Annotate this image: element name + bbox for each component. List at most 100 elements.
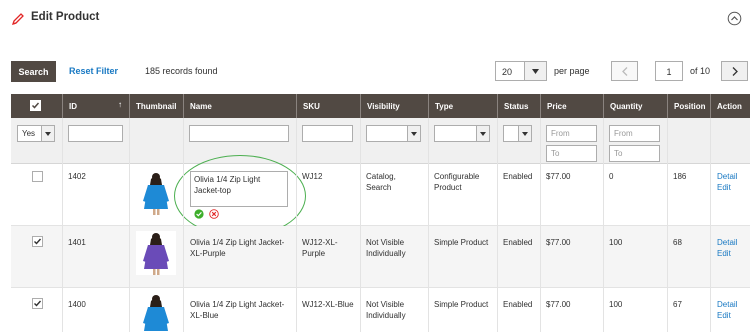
table-row[interactable]: 1400 Olivia 1/4 Zip Light Jacket-XL-Blue…	[11, 288, 750, 332]
highlight-circle	[174, 155, 306, 237]
chevron-down-icon	[518, 126, 531, 141]
checkmark-icon	[34, 300, 42, 307]
select-all-header[interactable]	[11, 94, 62, 118]
per-page-select[interactable]: 20	[495, 61, 524, 81]
price-to-input[interactable]: To	[546, 145, 597, 162]
id-filter-input[interactable]	[68, 125, 123, 142]
cell-id: 1401	[68, 238, 86, 247]
column-divider	[603, 118, 604, 332]
cell-quantity: 100	[609, 238, 623, 247]
column-divider	[710, 118, 711, 332]
cell-name[interactable]: Olivia 1/4 Zip Light Jacket-XL-Blue	[190, 299, 290, 321]
checkmark-icon	[34, 238, 42, 245]
cell-quantity: 0	[609, 172, 614, 181]
chevron-down-icon	[532, 68, 539, 74]
column-divider	[62, 118, 63, 332]
cell-status: Enabled	[503, 300, 533, 309]
cell-quantity: 100	[609, 300, 623, 309]
select-filter[interactable]: Yes	[17, 125, 55, 142]
cell-name[interactable]: Olivia 1/4 Zip Light Jacket-XL-Purple	[190, 237, 290, 259]
cell-visibility: Not Visible Individually	[366, 238, 406, 258]
cell-id: 1400	[68, 300, 86, 309]
cell-position: 186	[673, 172, 687, 181]
column-divider	[296, 118, 297, 332]
table-row[interactable]: 1402 Olivia 1/4 Zip Light Jacket-top WJ1…	[11, 155, 750, 237]
col-header-price[interactable]: Price	[540, 94, 603, 118]
next-page-button[interactable]	[721, 61, 748, 81]
column-divider	[183, 118, 184, 332]
cell-status: Enabled	[503, 172, 533, 181]
column-divider	[497, 118, 498, 332]
cell-type: Configurable Product	[434, 172, 480, 192]
status-filter[interactable]	[503, 125, 532, 142]
edit-link[interactable]: Edit	[717, 248, 731, 259]
row-checkbox[interactable]	[32, 171, 43, 182]
pencil-icon	[11, 13, 24, 26]
cell-sku: WJ12-XL-Blue	[302, 300, 354, 309]
cell-sku: WJ12-XL-Purple	[302, 238, 338, 258]
cell-price: $77.00	[546, 300, 571, 309]
col-header-quantity[interactable]: Quantity	[603, 94, 667, 118]
edit-link[interactable]: Edit	[717, 310, 731, 321]
column-divider	[428, 118, 429, 332]
table-row[interactable]: 1401 Olivia 1/4 Zip Light Jacket-XL-Purp…	[11, 226, 750, 288]
name-filter-input[interactable]	[189, 125, 289, 142]
search-button[interactable]: Search	[11, 61, 56, 82]
select-filter-value: Yes	[22, 129, 36, 138]
cell-position: 68	[673, 238, 682, 247]
column-divider	[667, 118, 668, 332]
cell-id: 1402	[68, 172, 86, 181]
price-from-input[interactable]: From	[546, 125, 597, 142]
visibility-filter[interactable]	[366, 125, 421, 142]
quantity-to-input[interactable]: To	[609, 145, 660, 162]
filter-row: Yes From To From To	[11, 118, 750, 164]
sort-arrow-icon[interactable]: ↑	[118, 100, 122, 109]
cell-status: Enabled	[503, 238, 533, 247]
col-header-id-label: ID	[69, 102, 77, 111]
type-filter[interactable]	[434, 125, 490, 142]
chevron-left-icon	[621, 66, 627, 76]
chevron-down-icon	[476, 126, 489, 141]
chevron-right-icon	[732, 66, 738, 76]
product-thumbnail[interactable]	[136, 231, 176, 275]
row-checkbox[interactable]	[32, 298, 43, 309]
col-header-action: Action	[710, 94, 750, 118]
col-header-visibility[interactable]: Visibility	[360, 94, 428, 118]
checkbox-icon[interactable]	[30, 100, 41, 111]
current-page-input[interactable]: 1	[655, 61, 683, 81]
detail-link[interactable]: Detail	[717, 237, 737, 248]
detail-link[interactable]: Detail	[717, 171, 737, 182]
col-header-status[interactable]: Status	[497, 94, 540, 118]
cell-price: $77.00	[546, 172, 571, 181]
cell-type: Simple Product	[434, 300, 489, 309]
page-total: of 10	[690, 66, 711, 76]
col-header-sku[interactable]: SKU	[296, 94, 360, 118]
cell-position: 67	[673, 300, 682, 309]
column-divider	[540, 118, 541, 332]
per-page-dropdown-button[interactable]	[524, 61, 547, 81]
cell-visibility: Catalog, Search	[366, 172, 396, 192]
column-divider	[129, 118, 130, 332]
quantity-from-input[interactable]: From	[609, 125, 660, 142]
column-divider	[360, 118, 361, 332]
sku-filter-input[interactable]	[302, 125, 353, 142]
records-count: 185 records found	[145, 66, 218, 76]
page-header: Edit Product	[0, 0, 750, 36]
grid-toolbar: Search Reset Filter 185 records found 20…	[0, 59, 750, 87]
product-thumbnail[interactable]	[136, 293, 176, 332]
row-checkbox[interactable]	[32, 236, 43, 247]
per-page-label: per page	[554, 66, 590, 76]
cell-price: $77.00	[546, 238, 571, 247]
prev-page-button[interactable]	[611, 61, 638, 81]
col-header-id[interactable]: ID ↑	[62, 94, 129, 118]
edit-link[interactable]: Edit	[717, 182, 731, 193]
col-header-position[interactable]: Position	[667, 94, 710, 118]
detail-link[interactable]: Detail	[717, 299, 737, 310]
collapse-icon[interactable]	[727, 11, 742, 26]
col-header-thumbnail[interactable]: Thumbnail	[129, 94, 183, 118]
col-header-name[interactable]: Name	[183, 94, 296, 118]
page-title: Edit Product	[31, 11, 100, 23]
product-thumbnail[interactable]	[136, 171, 176, 215]
reset-filter-link[interactable]: Reset Filter	[69, 66, 118, 76]
col-header-type[interactable]: Type	[428, 94, 497, 118]
